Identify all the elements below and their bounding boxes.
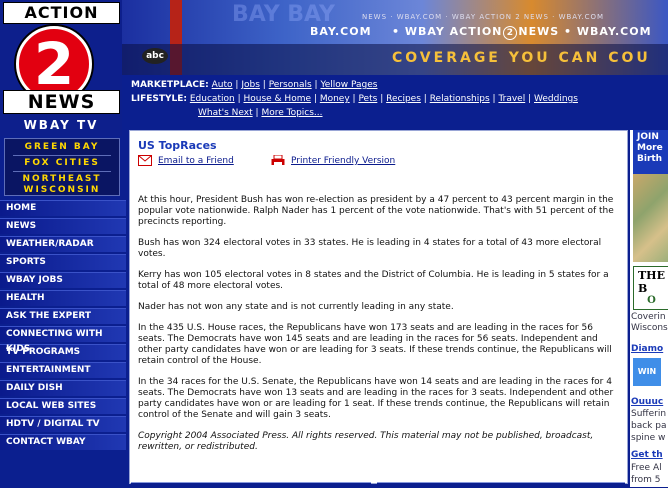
banner-topline: NEWS · WBAY.COM · WBAY ACTION 2 NEWS · W… — [362, 13, 605, 21]
nav-news[interactable]: NEWS — [0, 218, 126, 234]
link-pets[interactable]: Pets — [358, 94, 377, 104]
printer-friendly[interactable]: Printer Friendly Version — [271, 155, 395, 166]
nav-local-web-sites[interactable]: LOCAL WEB SITES — [0, 398, 126, 414]
link-house-home[interactable]: House & Home — [243, 94, 311, 104]
copyright-notice: Copyright 2004 Associated Press. All rig… — [138, 431, 594, 452]
region-fox-cities: FOX CITIES — [24, 158, 100, 168]
nav-contact-wbay[interactable]: CONTACT WBAY — [0, 434, 126, 450]
nav-wbay-jobs[interactable]: WBAY JOBS — [0, 272, 126, 288]
promo-text: Coverin — [631, 312, 666, 322]
banner-url-center-num: 2 — [503, 26, 518, 40]
link-personals[interactable]: Personals — [269, 80, 312, 90]
right-rail: JOIN More Birth THE B O Coverin Wisconsi… — [630, 130, 668, 487]
article-panel: US TopRaces Email to a Friend Printer Fr… — [129, 130, 628, 484]
join-text: More — [637, 143, 663, 153]
abc-network-logo: abc — [142, 48, 168, 64]
email-to-friend[interactable]: Email to a Friend — [138, 155, 234, 166]
link-travel[interactable]: Travel — [498, 94, 525, 104]
article-paragraph: Bush has won 324 electoral votes in 33 s… — [138, 238, 602, 259]
article-paragraph: At this hour, President Bush has won re-… — [138, 195, 614, 227]
link-recipes[interactable]: Recipes — [386, 94, 421, 104]
printer-icon — [271, 155, 285, 165]
divider — [13, 155, 111, 156]
link-education[interactable]: Education — [190, 94, 235, 104]
article-paragraph: Kerry has won 105 electoral votes in 8 s… — [138, 270, 609, 291]
email-to-friend-link[interactable]: Email to a Friend — [158, 156, 234, 166]
link-relationships[interactable]: Relationships — [430, 94, 490, 104]
article-body: At this hour, President Bush has won re-… — [138, 195, 618, 463]
ad-title: THE B — [638, 269, 665, 295]
nav-weather-radar[interactable]: WEATHER/RADAR — [0, 236, 126, 252]
link-auto[interactable]: Auto — [212, 80, 233, 90]
divider — [13, 171, 111, 172]
article-paragraph: Nader has not won any state and is not c… — [138, 302, 454, 312]
promo-text: spine w — [631, 433, 666, 443]
printer-friendly-link[interactable]: Printer Friendly Version — [291, 156, 395, 166]
station-logo[interactable]: ACTION 2 NEWS WBAY TV — [0, 0, 122, 136]
nav-hdtv-digital-tv[interactable]: HDTV / DIGITAL TV — [0, 416, 126, 432]
topic-links: MARKETPLACE: Auto | Jobs | Personals | Y… — [122, 75, 668, 125]
banner-bay-watermark: BAY BAY — [232, 2, 335, 27]
nav-entertainment[interactable]: ENTERTAINMENT — [0, 362, 126, 378]
region-northeast: NORTHEAST — [22, 174, 102, 184]
join-promo[interactable]: JOIN More Birth — [633, 130, 668, 174]
region-wisconsin: WISCONSIN — [23, 185, 101, 195]
promo-text: Wisconsi — [631, 323, 668, 333]
logo-number: 2 — [33, 30, 75, 98]
promo-text: Free Al — [631, 463, 662, 473]
newspaper-ad[interactable]: THE B O — [633, 266, 668, 310]
link-weddings[interactable]: Weddings — [534, 94, 578, 104]
nav-home[interactable]: HOME — [0, 200, 126, 216]
marketplace-label: MARKETPLACE: — [131, 80, 209, 90]
lifestyle-label: LIFESTYLE: — [131, 94, 187, 104]
nav-connecting-with-kids[interactable]: CONNECTING WITH KIDS — [0, 326, 126, 354]
join-text: Birth — [637, 154, 663, 164]
link-more-topics[interactable]: More Topics... — [261, 108, 322, 118]
banner-url-center: • WBAY ACTION 2 NEWS • WBAY.COM — [392, 25, 652, 40]
nav-ask-the-expert[interactable]: ASK THE EXPERT — [0, 308, 126, 324]
left-nav: HOME NEWS WEATHER/RADAR SPORTS WBAY JOBS… — [0, 200, 126, 452]
promo-text: Sufferin — [631, 409, 667, 419]
marketplace-row: MARKETPLACE: Auto | Jobs | Personals | Y… — [131, 80, 378, 90]
article-title: US TopRaces — [138, 139, 217, 152]
article-paragraph: In the 435 U.S. House races, the Republi… — [138, 323, 612, 366]
region-box: GREEN BAY FOX CITIES NORTHEAST WISCONSIN — [4, 138, 120, 196]
envelope-icon — [138, 155, 152, 166]
link-whats-next[interactable]: What's Next — [198, 108, 253, 118]
promo-text: back pa — [631, 421, 667, 431]
nav-tv-programs[interactable]: TV PROGRAMS — [0, 344, 126, 360]
banner-tagline: COVERAGE YOU CAN COU — [392, 50, 651, 66]
link-jobs[interactable]: Jobs — [241, 80, 260, 90]
lifestyle-row: LIFESTYLE: Education | House & Home | Mo… — [131, 94, 578, 104]
header-banner[interactable]: BAY BAY NEWS · WBAY.COM · WBAY ACTION 2 … — [122, 0, 668, 75]
nav-daily-dish[interactable]: DAILY DISH — [0, 380, 126, 396]
banner-url-center-tail: NEWS • WBAY.COM — [518, 25, 652, 38]
win-badge[interactable]: WIN — [633, 358, 661, 386]
weather-map-image[interactable] — [633, 174, 668, 262]
logo-news-text: NEWS — [3, 90, 120, 114]
lifestyle-row-2: What's Next | More Topics... — [198, 108, 323, 118]
more-news-bar — [131, 482, 371, 488]
link-yellow-pages[interactable]: Yellow Pages — [320, 80, 377, 90]
banner-url-left: BAY.COM — [310, 25, 372, 38]
promo-link-diamond[interactable]: Diamo — [631, 344, 663, 354]
logo-callsign: WBAY TV — [23, 118, 99, 132]
region-green-bay: GREEN BAY — [24, 142, 100, 152]
nav-sports[interactable]: SPORTS — [0, 254, 126, 270]
national-news-bar — [377, 482, 625, 488]
join-text: JOIN — [637, 132, 659, 142]
logo-action-text: ACTION — [3, 2, 120, 24]
promo-link-get[interactable]: Get th — [631, 450, 663, 460]
promo-link-ouu[interactable]: Ouuuc — [631, 397, 663, 407]
article-paragraph: In the 34 races for the U.S. Senate, the… — [138, 377, 614, 420]
banner-url-center-text: • WBAY ACTION — [392, 25, 503, 38]
ad-sub: O — [647, 295, 656, 306]
promo-text: from 5 — [631, 475, 661, 485]
link-money[interactable]: Money — [320, 94, 350, 104]
nav-health[interactable]: HEALTH — [0, 290, 126, 306]
